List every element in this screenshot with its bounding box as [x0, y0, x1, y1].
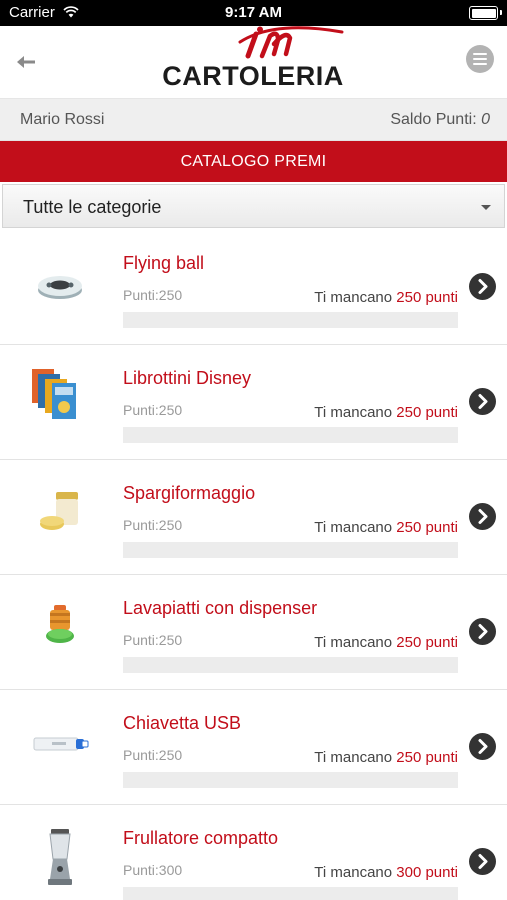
points-progress-bar [123, 427, 458, 443]
back-button[interactable] [12, 48, 42, 78]
chevron-right-icon[interactable] [469, 388, 496, 415]
points-missing: Ti mancano 250 punti [314, 404, 458, 421]
reward-catalog-list: Flying ball Punti:250 Ti mancano 250 pun… [0, 230, 507, 900]
points-balance-value: 0 [481, 111, 490, 128]
hamburger-menu-icon [473, 53, 487, 55]
dish-brush-thumbnail [46, 605, 74, 643]
points-missing-value: 250 punti [396, 289, 458, 306]
product-name: Frullatore compatto [123, 828, 279, 848]
product-points: Punti:250 [123, 287, 183, 303]
list-item[interactable]: Flying ball Punti:250 Ti mancano 250 pun… [0, 230, 507, 345]
chevron-right-icon[interactable] [469, 503, 496, 530]
back-arrow-icon [17, 56, 35, 68]
product-points: Punti:250 [123, 517, 183, 533]
category-filter-wrapper: Tutte le categorie [0, 182, 507, 230]
chevron-right-icon[interactable] [469, 273, 496, 300]
product-name: Flying ball [123, 253, 205, 273]
disney-books-thumbnail [32, 369, 76, 419]
points-missing-label: Ti mancano [314, 864, 393, 881]
points-missing: Ti mancano 250 punti [314, 289, 458, 306]
product-points: Punti:250 [123, 632, 183, 648]
product-points: Punti:300 [123, 862, 183, 878]
chevron-right-icon[interactable] [469, 733, 496, 760]
logo-wordmark: CARTOLERIA [162, 61, 344, 91]
hamburger-line [473, 58, 487, 60]
points-progress-bar [123, 312, 458, 328]
flying-ball-thumbnail [38, 276, 82, 299]
chevron-right-icon[interactable] [469, 848, 496, 875]
product-name: Lavapiatti con dispenser [123, 598, 318, 618]
points-missing-value: 250 punti [396, 749, 458, 766]
points-missing-value: 250 punti [396, 634, 458, 651]
points-missing-label: Ti mancano [314, 749, 393, 766]
category-select[interactable]: Tutte le categorie [2, 184, 505, 228]
points-progress-bar [123, 657, 458, 673]
product-name: Librottini Disney [123, 368, 252, 388]
points-missing-label: Ti mancano [314, 404, 393, 421]
product-points: Punti:250 [123, 747, 183, 763]
page-title: CATALOGO PREMI [0, 141, 507, 182]
points-missing-value: 300 punti [396, 864, 458, 881]
points-missing-label: Ti mancano [314, 634, 393, 651]
points-missing: Ti mancano 250 punti [314, 634, 458, 651]
points-missing-label: Ti mancano [314, 519, 393, 536]
points-missing-value: 250 punti [396, 404, 458, 421]
points-missing: Ti mancano 250 punti [314, 749, 458, 766]
cartoleria-logo: CARTOLERIA [160, 26, 346, 92]
points-missing-label: Ti mancano [314, 289, 393, 306]
list-item[interactable]: Spargiformaggio Punti:250 Ti mancano 250… [0, 460, 507, 575]
list-item[interactable]: Chiavetta USB Punti:250 Ti mancano 250 p… [0, 690, 507, 805]
logo-in-script [238, 26, 344, 59]
points-missing: Ti mancano 300 punti [314, 864, 458, 881]
battery-icon [469, 6, 502, 20]
blender-thumbnail [48, 829, 72, 885]
app-header: CARTOLERIA [0, 26, 507, 99]
user-info-bar: Mario Rossi Saldo Punti: 0 [0, 99, 507, 141]
list-item[interactable]: Frullatore compatto Punti:300 Ti mancano… [0, 805, 507, 900]
product-name: Chiavetta USB [123, 713, 242, 733]
cheese-shaker-thumbnail [40, 492, 78, 530]
list-item[interactable]: Librottini Disney Punti:250 Ti mancano 2… [0, 345, 507, 460]
chevron-down-icon [481, 205, 491, 210]
list-item[interactable]: Lavapiatti con dispenser Punti:250 Ti ma… [0, 575, 507, 690]
points-progress-bar [123, 772, 458, 788]
points-balance-label: Saldo Punti: [390, 111, 477, 128]
chevron-right-icon[interactable] [469, 618, 496, 645]
product-name: Spargiformaggio [123, 483, 256, 503]
status-bar: Carrier 9:17 AM [0, 0, 507, 26]
user-name: Mario Rossi [20, 111, 105, 128]
product-points: Punti:250 [123, 402, 183, 418]
category-select-value: Tutte le categorie [23, 197, 162, 217]
menu-button[interactable] [466, 45, 494, 73]
points-missing: Ti mancano 250 punti [314, 519, 458, 536]
points-progress-bar [123, 542, 458, 558]
points-progress-bar [123, 887, 458, 900]
points-missing-value: 250 punti [396, 519, 458, 536]
usb-stick-thumbnail [33, 737, 89, 751]
hamburger-line [473, 63, 487, 65]
clock: 9:17 AM [225, 4, 282, 21]
points-balance: Saldo Punti: 0 [390, 111, 490, 129]
